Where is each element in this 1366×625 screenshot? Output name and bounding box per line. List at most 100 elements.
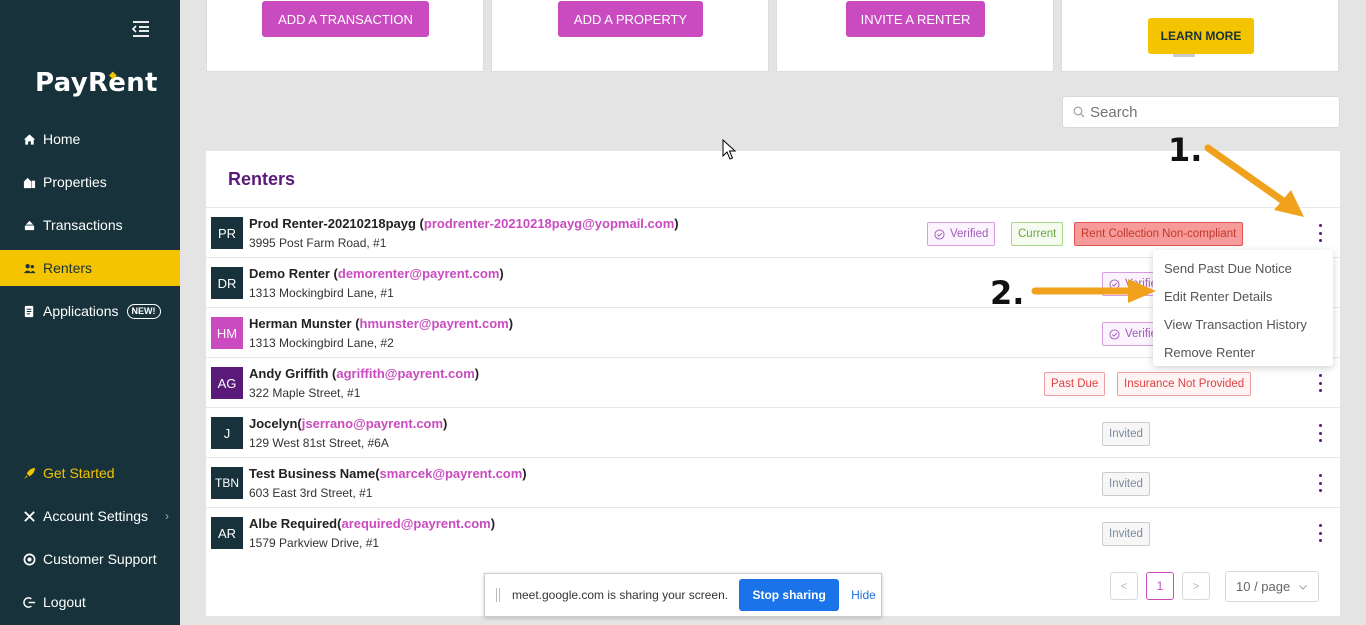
add-transaction-button[interactable]: ADD A TRANSACTION (262, 1, 429, 37)
sidebar-item-home[interactable]: Home (0, 121, 180, 157)
renter-email[interactable]: smarcek@payrent.com (380, 466, 523, 481)
drag-handle-icon[interactable] (496, 588, 500, 602)
avatar: DR (211, 267, 243, 299)
avatar: J (211, 417, 243, 449)
current-badge: Current (1011, 222, 1064, 246)
sidebar-item-customer-support[interactable]: Customer Support (0, 541, 180, 577)
stop-sharing-button[interactable]: Stop sharing (739, 579, 840, 611)
noncompliant-badge: Rent Collection Non-compliant (1074, 222, 1244, 246)
sidebar-item-get-started[interactable]: Get Started (0, 455, 180, 491)
insurance-badge: Insurance Not Provided (1117, 372, 1252, 396)
payrent-logo[interactable]: PayRent ◆ (35, 68, 158, 98)
applications-icon (22, 304, 36, 318)
renter-address: 1313 Mockingbird Lane, #2 (249, 336, 394, 350)
next-page-button[interactable]: > (1182, 572, 1210, 600)
sidebar-item-label: Customer Support (43, 551, 157, 567)
search-box[interactable] (1062, 96, 1340, 128)
sidebar-item-label: Renters (43, 260, 93, 276)
sidebar: PayRent ◆ Home Properties Transactions Re… (0, 0, 180, 625)
add-property-button[interactable]: ADD A PROPERTY (558, 1, 703, 37)
prev-page-button[interactable]: < (1110, 572, 1138, 600)
search-icon (1073, 106, 1085, 118)
annotation-step-1: 1. (1168, 131, 1203, 169)
sidebar-item-logout[interactable]: Logout (0, 584, 180, 620)
sidebar-item-label: Properties (43, 174, 107, 190)
invite-renter-button[interactable]: INVITE A RENTER (846, 1, 985, 37)
screen-share-bar: meet.google.com is sharing your screen. … (484, 573, 882, 617)
sidebar-item-applications[interactable]: Applications NEW! (0, 293, 180, 329)
home-icon (22, 132, 36, 146)
remove-renter-item[interactable]: Remove Renter (1153, 338, 1333, 366)
renter-address: 603 East 3rd Street, #1 (249, 486, 373, 500)
transactions-icon (22, 218, 36, 232)
panel-title: Renters (228, 169, 296, 189)
page-1-button[interactable]: 1 (1146, 572, 1174, 600)
carousel-indicator[interactable] (1173, 54, 1195, 57)
invited-badge: Invited (1102, 472, 1150, 496)
renter-email[interactable]: agriffith@payrent.com (336, 366, 474, 381)
renter-name: Andy Griffith (agriffith@payrent.com) (249, 366, 480, 381)
renter-email[interactable]: arequired@payrent.com (341, 516, 490, 531)
avatar: AR (211, 517, 243, 549)
sidebar-item-properties[interactable]: Properties (0, 164, 180, 200)
renter-row[interactable]: TBN Test Business Name(smarcek@payrent.c… (206, 457, 1340, 507)
invite-renter-card: INVITE A RENTER (776, 0, 1054, 72)
view-transaction-history-item[interactable]: View Transaction History (1153, 310, 1333, 338)
more-options-icon[interactable] (1310, 221, 1330, 245)
more-options-icon[interactable] (1310, 471, 1330, 495)
add-transaction-card: ADD A TRANSACTION (206, 0, 484, 72)
send-past-due-notice-item[interactable]: Send Past Due Notice (1153, 254, 1333, 282)
invited-badge: Invited (1102, 422, 1150, 446)
renter-address: 129 West 81st Street, #6A (249, 436, 389, 450)
renter-address: 322 Maple Street, #1 (249, 386, 361, 400)
settings-icon (22, 509, 36, 523)
more-options-icon[interactable] (1310, 521, 1330, 545)
hide-button[interactable]: Hide (851, 588, 876, 602)
renter-row[interactable]: J Jocelyn(jserrano@payrent.com) 129 West… (206, 407, 1340, 457)
sidebar-item-label: Transactions (43, 217, 123, 233)
page-size-select[interactable]: 10 / page (1225, 571, 1319, 602)
learn-more-button[interactable]: LEARN MORE (1148, 18, 1254, 54)
renter-email[interactable]: hmunster@payrent.com (360, 316, 509, 331)
check-circle-icon (1109, 328, 1120, 340)
properties-icon (22, 175, 36, 189)
support-icon (22, 552, 36, 566)
search-input[interactable] (1090, 103, 1330, 121)
annotation-step-2: 2. (990, 274, 1025, 312)
more-options-icon[interactable] (1310, 371, 1330, 395)
sidebar-item-renters[interactable]: Renters (0, 250, 180, 286)
invited-badge: Invited (1102, 522, 1150, 546)
renter-row[interactable]: AR Albe Required(arequired@payrent.com) … (206, 507, 1340, 557)
check-circle-icon (1109, 278, 1120, 290)
share-message: meet.google.com is sharing your screen. (512, 588, 729, 602)
renter-name: Demo Renter (demorenter@payrent.com) (249, 266, 504, 281)
renter-email[interactable]: demorenter@payrent.com (338, 266, 500, 281)
chevron-right-icon: › (165, 509, 169, 523)
more-options-icon[interactable] (1310, 421, 1330, 445)
avatar: TBN (211, 467, 243, 499)
renter-email[interactable]: prodrenter-20210218payg@yopmail.com (424, 216, 674, 231)
past-due-badge: Past Due (1044, 372, 1106, 396)
sidebar-item-label: Logout (43, 594, 86, 610)
renter-name: Test Business Name(smarcek@payrent.com) (249, 466, 527, 481)
renter-actions-menu: Send Past Due Notice Edit Renter Details… (1153, 250, 1333, 366)
renter-name: Jocelyn(jserrano@payrent.com) (249, 416, 448, 431)
chevron-down-icon (1299, 584, 1308, 590)
edit-renter-details-item[interactable]: Edit Renter Details (1153, 282, 1333, 310)
avatar: AG (211, 367, 243, 399)
sidebar-item-account-settings[interactable]: Account Settings › (0, 498, 180, 534)
learn-more-card: LEARN MORE (1061, 0, 1339, 72)
sidebar-item-label: Home (43, 131, 81, 147)
sidebar-item-transactions[interactable]: Transactions (0, 207, 180, 243)
renter-name: Herman Munster (hmunster@payrent.com) (249, 316, 514, 331)
renter-email[interactable]: jserrano@payrent.com (302, 416, 443, 431)
logout-icon (22, 595, 36, 609)
renter-name: Albe Required(arequired@payrent.com) (249, 516, 496, 531)
check-circle-icon (934, 228, 945, 240)
renters-panel: Renters PR Prod Renter-20210218payg (pro… (206, 151, 1340, 616)
collapse-menu-icon[interactable] (131, 19, 151, 39)
mouse-cursor-icon (722, 139, 736, 160)
renters-icon (22, 261, 36, 275)
new-badge: NEW! (126, 303, 161, 319)
add-property-card: ADD A PROPERTY (491, 0, 769, 72)
